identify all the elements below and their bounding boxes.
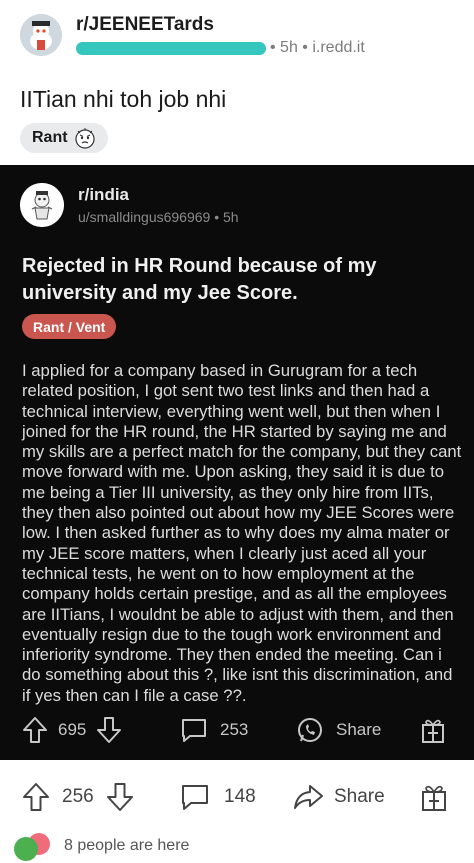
inner-vote-count: 695 [58, 720, 87, 739]
redacted-username [76, 42, 266, 55]
post-flair[interactable]: Rant [20, 123, 108, 153]
inner-comment-count: 253 [220, 720, 249, 739]
inner-subreddit-name: r/india [78, 185, 130, 204]
inner-comments: 253 [180, 705, 248, 755]
inner-subreddit-avatar [20, 183, 64, 227]
presence-text: 8 people are here [64, 837, 190, 854]
downvote-icon [96, 716, 122, 744]
embedded-post-image[interactable]: r/india u/smalldingus696969 • 5h Rejecte… [0, 165, 474, 760]
inner-action-bar: 695 253 Share [0, 705, 474, 755]
comment-icon [180, 717, 208, 743]
share-button[interactable]: Share [292, 772, 385, 822]
inner-post-title: Rejected in HR Round because of my unive… [22, 255, 377, 304]
inner-share: Share [296, 705, 381, 755]
comments-button[interactable]: 148 [180, 772, 256, 822]
share-label: Share [334, 786, 385, 807]
inner-upvote: 695 [22, 705, 122, 755]
inner-award [420, 705, 446, 755]
inner-post-body: I applied for a company based in Gurugra… [22, 361, 462, 705]
upvote-icon[interactable] [22, 782, 50, 812]
presence-avatars [12, 831, 56, 861]
subreddit-name[interactable]: r/JEENEETards [76, 14, 214, 36]
vote-group: 256 [22, 772, 134, 822]
flair-label: Rant [32, 129, 68, 146]
post-header: r/JEENEETards • 5h • i.redd.it [20, 12, 464, 56]
post-action-bar: 256 148 Share [0, 772, 474, 826]
post-meta: • 5h • i.redd.it [270, 39, 365, 56]
gift-icon [420, 782, 448, 812]
award-button[interactable] [420, 772, 448, 822]
angry-face-icon [74, 127, 96, 149]
whatsapp-icon [296, 716, 324, 744]
share-arrow-icon [292, 783, 324, 811]
downvote-icon[interactable] [106, 782, 134, 812]
inner-share-label: Share [336, 720, 382, 739]
post-title[interactable]: IITian nhi toh job nhi [20, 86, 226, 113]
comment-count: 148 [224, 786, 256, 807]
gift-icon [420, 716, 446, 744]
vote-count: 256 [62, 786, 94, 807]
presence-indicator[interactable]: 8 people are here [12, 829, 189, 863]
subreddit-avatar[interactable] [20, 14, 62, 56]
comment-icon [180, 783, 210, 811]
upvote-icon [22, 716, 48, 744]
avatar [14, 837, 38, 861]
inner-post-flair: Rant / Vent [22, 314, 117, 339]
inner-user-meta: u/smalldingus696969 • 5h [78, 209, 239, 225]
